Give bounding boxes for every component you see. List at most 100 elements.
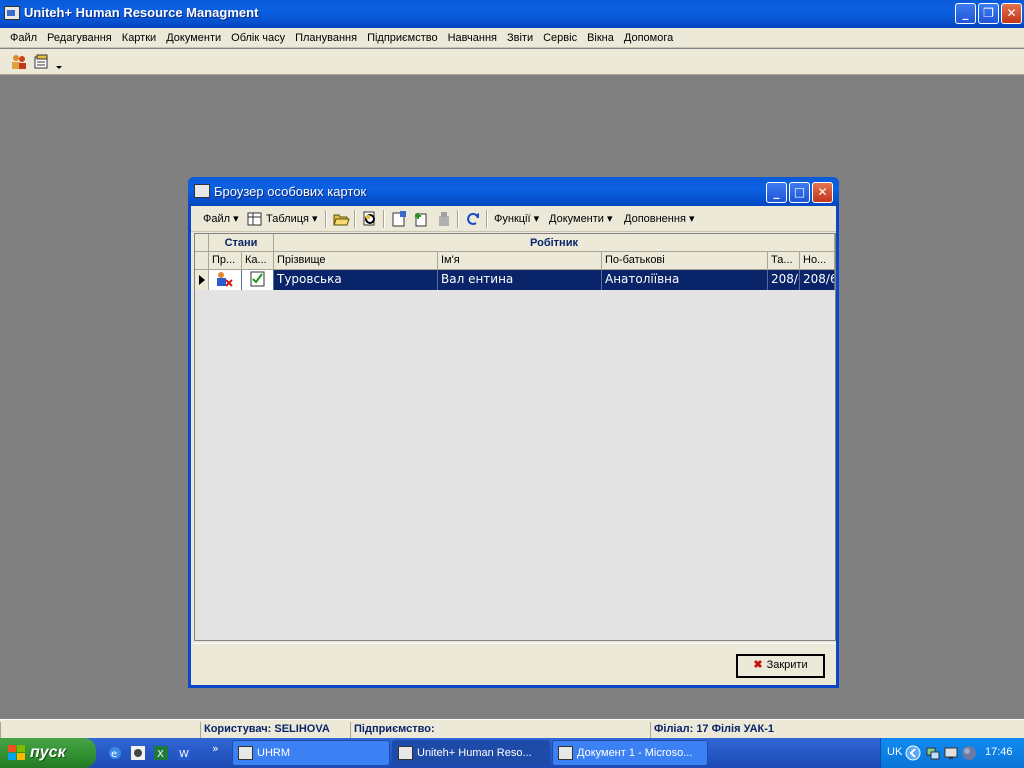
column-header-name[interactable]: Ім'я [438, 252, 602, 270]
card-icon[interactable] [33, 53, 51, 70]
restore-button[interactable]: ❐ [978, 3, 999, 24]
dialog-maximize-button[interactable]: □ [789, 182, 810, 203]
minimize-button[interactable]: _ [955, 3, 976, 24]
toolbar-separator [486, 210, 488, 228]
close-x-icon: ✖ [753, 659, 763, 671]
functions-menu-button[interactable]: Функції ▾ [494, 212, 539, 225]
menu-help[interactable]: Допомога [624, 32, 673, 44]
taskbar: пуск e X W » UHRM Uniteh+ Human Reso... … [0, 738, 1024, 768]
dialog-button-bar: ✖ Закрити [191, 643, 836, 685]
dialog-window-icon [194, 184, 210, 198]
table-menu-button[interactable]: Таблиця ▾ [266, 212, 318, 225]
status-bar: Користувач: SELIHOVA Підприємство: Філіа… [0, 719, 1024, 738]
display-icon[interactable] [943, 745, 959, 761]
column-header-tab[interactable]: Та... [768, 252, 800, 270]
number-cell[interactable]: 208/6 [800, 270, 835, 290]
name-cell[interactable]: Вал ентина [438, 270, 602, 290]
toolbar-separator [457, 210, 459, 228]
toolbar-separator [354, 210, 356, 228]
menu-training[interactable]: Навчання [448, 32, 497, 44]
close-button[interactable]: ✖ Закрити [736, 654, 825, 678]
network-icon[interactable] [925, 745, 941, 761]
new-card-icon[interactable] [390, 210, 408, 228]
ie-icon[interactable]: e [107, 745, 123, 761]
table-row[interactable]: Туровська Вал ентина Анатоліївна 208/6 2… [195, 270, 835, 290]
tray-expand-icon[interactable] [905, 745, 921, 761]
people-icon[interactable] [10, 53, 28, 70]
column-header-pr[interactable]: Пр... [209, 252, 242, 270]
menu-reports[interactable]: Звіти [507, 32, 533, 44]
add-card-icon[interactable] [412, 210, 430, 228]
menu-documents[interactable]: Документи [166, 32, 221, 44]
svg-text:X: X [157, 749, 164, 760]
dialog-title-bar[interactable]: Броузер особових карток _ □ ✕ [188, 177, 839, 206]
main-toolbar [0, 49, 1024, 75]
dialog-title: Броузер особових карток [214, 184, 367, 199]
menu-edit[interactable]: Редагування [47, 32, 112, 44]
app-title-bar[interactable]: Uniteh+ Human Resource Managment _ ❐ ✕ [0, 0, 1024, 28]
globe-icon[interactable] [961, 745, 977, 761]
close-button-label: Закрити [766, 659, 808, 671]
menu-file[interactable]: Файл [10, 32, 37, 44]
additions-menu-button[interactable]: Доповнення ▾ [624, 212, 695, 225]
tab-number-cell[interactable]: 208/6 [768, 270, 800, 290]
clock[interactable]: 17:46 [985, 746, 1013, 758]
documents-menu-button[interactable]: Документи ▾ [549, 212, 613, 225]
file-menu-button[interactable]: Файл ▾ [203, 212, 239, 225]
menu-windows[interactable]: Вікна [587, 32, 614, 44]
card-browser-dialog: Броузер особових карток _ □ ✕ Файл ▾ Таб… [188, 177, 839, 688]
cards-grid[interactable]: Стани Робітник Пр... Ка... Прізвище Ім'я… [194, 233, 836, 641]
open-folder-icon[interactable] [332, 210, 350, 228]
delete-card-icon[interactable] [435, 210, 453, 228]
task-word-document[interactable]: Документ 1 - Microso... [552, 740, 708, 766]
row-header-corner [195, 252, 209, 270]
language-indicator[interactable]: UK [887, 746, 902, 758]
menu-time-tracking[interactable]: Облік часу [231, 32, 285, 44]
status-enterprise: Підприємство: [350, 722, 650, 738]
quicklaunch-expand-icon[interactable]: » [212, 742, 219, 755]
dialog-close-x-button[interactable]: ✕ [812, 182, 833, 203]
task-uniteh[interactable]: Uniteh+ Human Reso... [392, 740, 550, 766]
column-header-patronymic[interactable]: По-батькові [602, 252, 768, 270]
menu-planning[interactable]: Планування [295, 32, 357, 44]
status-empty-panel [0, 722, 200, 738]
app-title: Uniteh+ Human Resource Managment [24, 5, 259, 20]
menu-bar: Файл Редагування Картки Документи Облік … [0, 28, 1024, 48]
status-cell[interactable] [209, 270, 242, 290]
patronymic-cell[interactable]: Анатоліївна [602, 270, 768, 290]
excel-icon[interactable]: X [153, 745, 169, 761]
menu-cards[interactable]: Картки [122, 32, 156, 44]
chevron-down-icon[interactable] [54, 53, 64, 70]
card-cell[interactable] [242, 270, 274, 290]
start-label: пуск [30, 744, 66, 761]
group-header-states: Стани [209, 234, 274, 252]
group-header-worker: Робітник [274, 234, 835, 252]
search-card-icon[interactable] [361, 210, 379, 228]
close-app-button[interactable]: ✕ [1001, 3, 1022, 24]
row-pointer-icon [195, 270, 209, 290]
table-icon [247, 212, 262, 226]
refresh-icon[interactable] [464, 210, 482, 228]
dialog-minimize-button[interactable]: _ [766, 182, 787, 203]
column-header-surname[interactable]: Прізвище [274, 252, 438, 270]
app-quicklaunch-icon[interactable] [130, 745, 146, 761]
dialog-toolbar: Файл ▾ Таблиця ▾ Функції ▾ Документи ▾ Д [191, 206, 836, 232]
menu-enterprise[interactable]: Підприємство [367, 32, 438, 44]
card-check-icon [250, 271, 265, 287]
uhrm-task-icon [238, 746, 253, 760]
svg-text:e: e [111, 749, 117, 760]
windows-flag-icon [8, 745, 25, 760]
menu-service[interactable]: Сервіс [543, 32, 577, 44]
column-header-ka[interactable]: Ка... [242, 252, 274, 270]
word-icon[interactable]: W [176, 745, 192, 761]
status-user: Користувач: SELIHOVA [200, 722, 350, 738]
column-header-num[interactable]: Но... [800, 252, 835, 270]
start-button[interactable]: пуск [0, 738, 96, 768]
worker-status-icon [217, 272, 233, 287]
uniteh-task-icon [398, 746, 413, 760]
surname-cell[interactable]: Туровська [274, 270, 438, 290]
app-window-icon [4, 6, 20, 20]
task-uhrm[interactable]: UHRM [232, 740, 390, 766]
word-task-icon [558, 746, 573, 760]
toolbar-separator [383, 210, 385, 228]
